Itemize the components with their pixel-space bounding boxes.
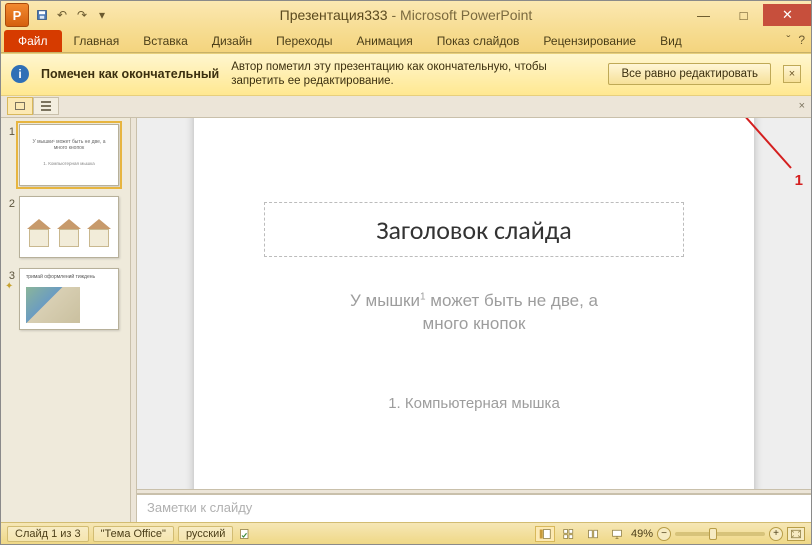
zoom-slider[interactable] xyxy=(675,532,765,536)
notes-pane[interactable]: Заметки к слайду xyxy=(137,494,811,522)
normal-view-button[interactable] xyxy=(535,526,555,542)
tab-animation[interactable]: Анимация xyxy=(344,30,424,52)
thumb-preview xyxy=(19,196,119,258)
help-icon[interactable]: ? xyxy=(798,33,805,47)
notes-placeholder: Заметки к слайду xyxy=(147,500,252,515)
thumb-pane-close-icon[interactable]: × xyxy=(799,100,805,112)
tab-home[interactable]: Главная xyxy=(62,30,132,52)
reading-view-button[interactable] xyxy=(583,526,603,542)
tab-design[interactable]: Дизайн xyxy=(200,30,264,52)
qat-customize-icon[interactable]: ▾ xyxy=(93,6,111,24)
file-tab[interactable]: Файл xyxy=(4,30,62,52)
thumb-view-slides-button[interactable] xyxy=(7,97,33,115)
slide-thumbnail[interactable]: 1 У мышки¹ может быть не две, а много кн… xyxy=(5,124,126,186)
thumbnail-pane[interactable]: 1 У мышки¹ может быть не две, а много кн… xyxy=(1,118,131,522)
zoom-in-button[interactable]: + xyxy=(769,527,783,541)
title-placeholder-text: Заголовок слайда xyxy=(376,214,572,246)
redo-icon[interactable]: ↷ xyxy=(73,6,91,24)
thumb-number: 1 xyxy=(5,124,15,138)
slideshow-view-button[interactable] xyxy=(607,526,627,542)
window-controls: — □ ✕ xyxy=(683,4,811,26)
body-text[interactable]: У мышки1 может быть не две, а много кноп… xyxy=(264,290,684,336)
thumb-pane-header: × xyxy=(1,96,811,118)
work-area: 1 У мышки¹ может быть не две, а много кн… xyxy=(1,118,811,522)
ribbon-tabs: Файл Главная Вставка Дизайн Переходы Ани… xyxy=(1,29,811,53)
slide-thumbnail[interactable]: 2 xyxy=(5,196,126,258)
slide-canvas[interactable]: Заголовок слайда У мышки1 может быть не … xyxy=(194,118,754,489)
editor-area: Заголовок слайда У мышки1 может быть не … xyxy=(137,118,811,522)
thumb-number: 2 xyxy=(5,196,15,210)
thumb-number: 3 xyxy=(5,268,15,282)
tab-review[interactable]: Рецензирование xyxy=(531,30,648,52)
language-indicator[interactable]: русский xyxy=(178,526,233,542)
title-placeholder[interactable]: Заголовок слайда xyxy=(264,202,684,257)
quick-access-toolbar: ↶ ↷ ▾ xyxy=(33,6,111,24)
sorter-view-button[interactable] xyxy=(559,526,579,542)
ribbon-minimize-icon[interactable]: ˇ xyxy=(786,33,790,47)
slide-thumbnail[interactable]: 3 ✦ тримай оформлений тиждень xyxy=(5,268,126,330)
fit-to-window-button[interactable] xyxy=(787,527,805,541)
animation-star-icon: ✦ xyxy=(5,282,15,292)
tab-view[interactable]: Вид xyxy=(648,30,694,52)
tab-insert[interactable]: Вставка xyxy=(131,30,200,52)
message-bar-title: Помечен как окончательный xyxy=(41,67,219,81)
minimize-button[interactable]: — xyxy=(683,4,723,26)
info-icon: i xyxy=(11,65,29,83)
thumb-preview: тримай оформлений тиждень xyxy=(19,268,119,330)
message-bar-body: Автор пометил эту презентацию как оконча… xyxy=(231,60,596,89)
title-bar: P ↶ ↷ ▾ Презентация333 - Microsoft Power… xyxy=(1,1,811,29)
edit-anyway-button[interactable]: Все равно редактировать xyxy=(608,63,771,85)
spellcheck-icon[interactable] xyxy=(237,526,253,542)
maximize-button[interactable]: □ xyxy=(723,4,763,26)
message-bar-close-button[interactable]: × xyxy=(783,65,801,83)
theme-indicator[interactable]: "Тема Office" xyxy=(93,526,174,542)
zoom-out-button[interactable]: − xyxy=(657,527,671,541)
undo-icon[interactable]: ↶ xyxy=(53,6,71,24)
tab-transitions[interactable]: Переходы xyxy=(264,30,344,52)
footnote-text[interactable]: 1. Компьютерная мышка xyxy=(264,395,684,412)
annotation-label: 1 xyxy=(795,172,803,189)
app-icon: P xyxy=(5,3,29,27)
save-icon[interactable] xyxy=(33,6,51,24)
zoom-percent[interactable]: 49% xyxy=(631,528,653,540)
tab-slideshow[interactable]: Показ слайдов xyxy=(425,30,532,52)
zoom-control: 49% − + xyxy=(631,527,805,541)
window-title: Презентация333 - Microsoft PowerPoint xyxy=(280,7,533,23)
slide-counter[interactable]: Слайд 1 из 3 xyxy=(7,526,89,542)
status-bar: Слайд 1 из 3 "Тема Office" русский 49% −… xyxy=(1,522,811,544)
thumb-preview: У мышки¹ может быть не две, а много кноп… xyxy=(19,124,119,186)
thumb-view-outline-button[interactable] xyxy=(33,97,59,115)
app-name: Microsoft PowerPoint xyxy=(400,7,532,23)
zoom-slider-thumb[interactable] xyxy=(709,528,717,540)
message-bar: i Помечен как окончательный Автор помети… xyxy=(1,53,811,96)
slide-canvas-viewport[interactable]: Заголовок слайда У мышки1 может быть не … xyxy=(137,118,811,489)
doc-name: Презентация333 xyxy=(280,7,388,23)
close-button[interactable]: ✕ xyxy=(763,4,811,26)
